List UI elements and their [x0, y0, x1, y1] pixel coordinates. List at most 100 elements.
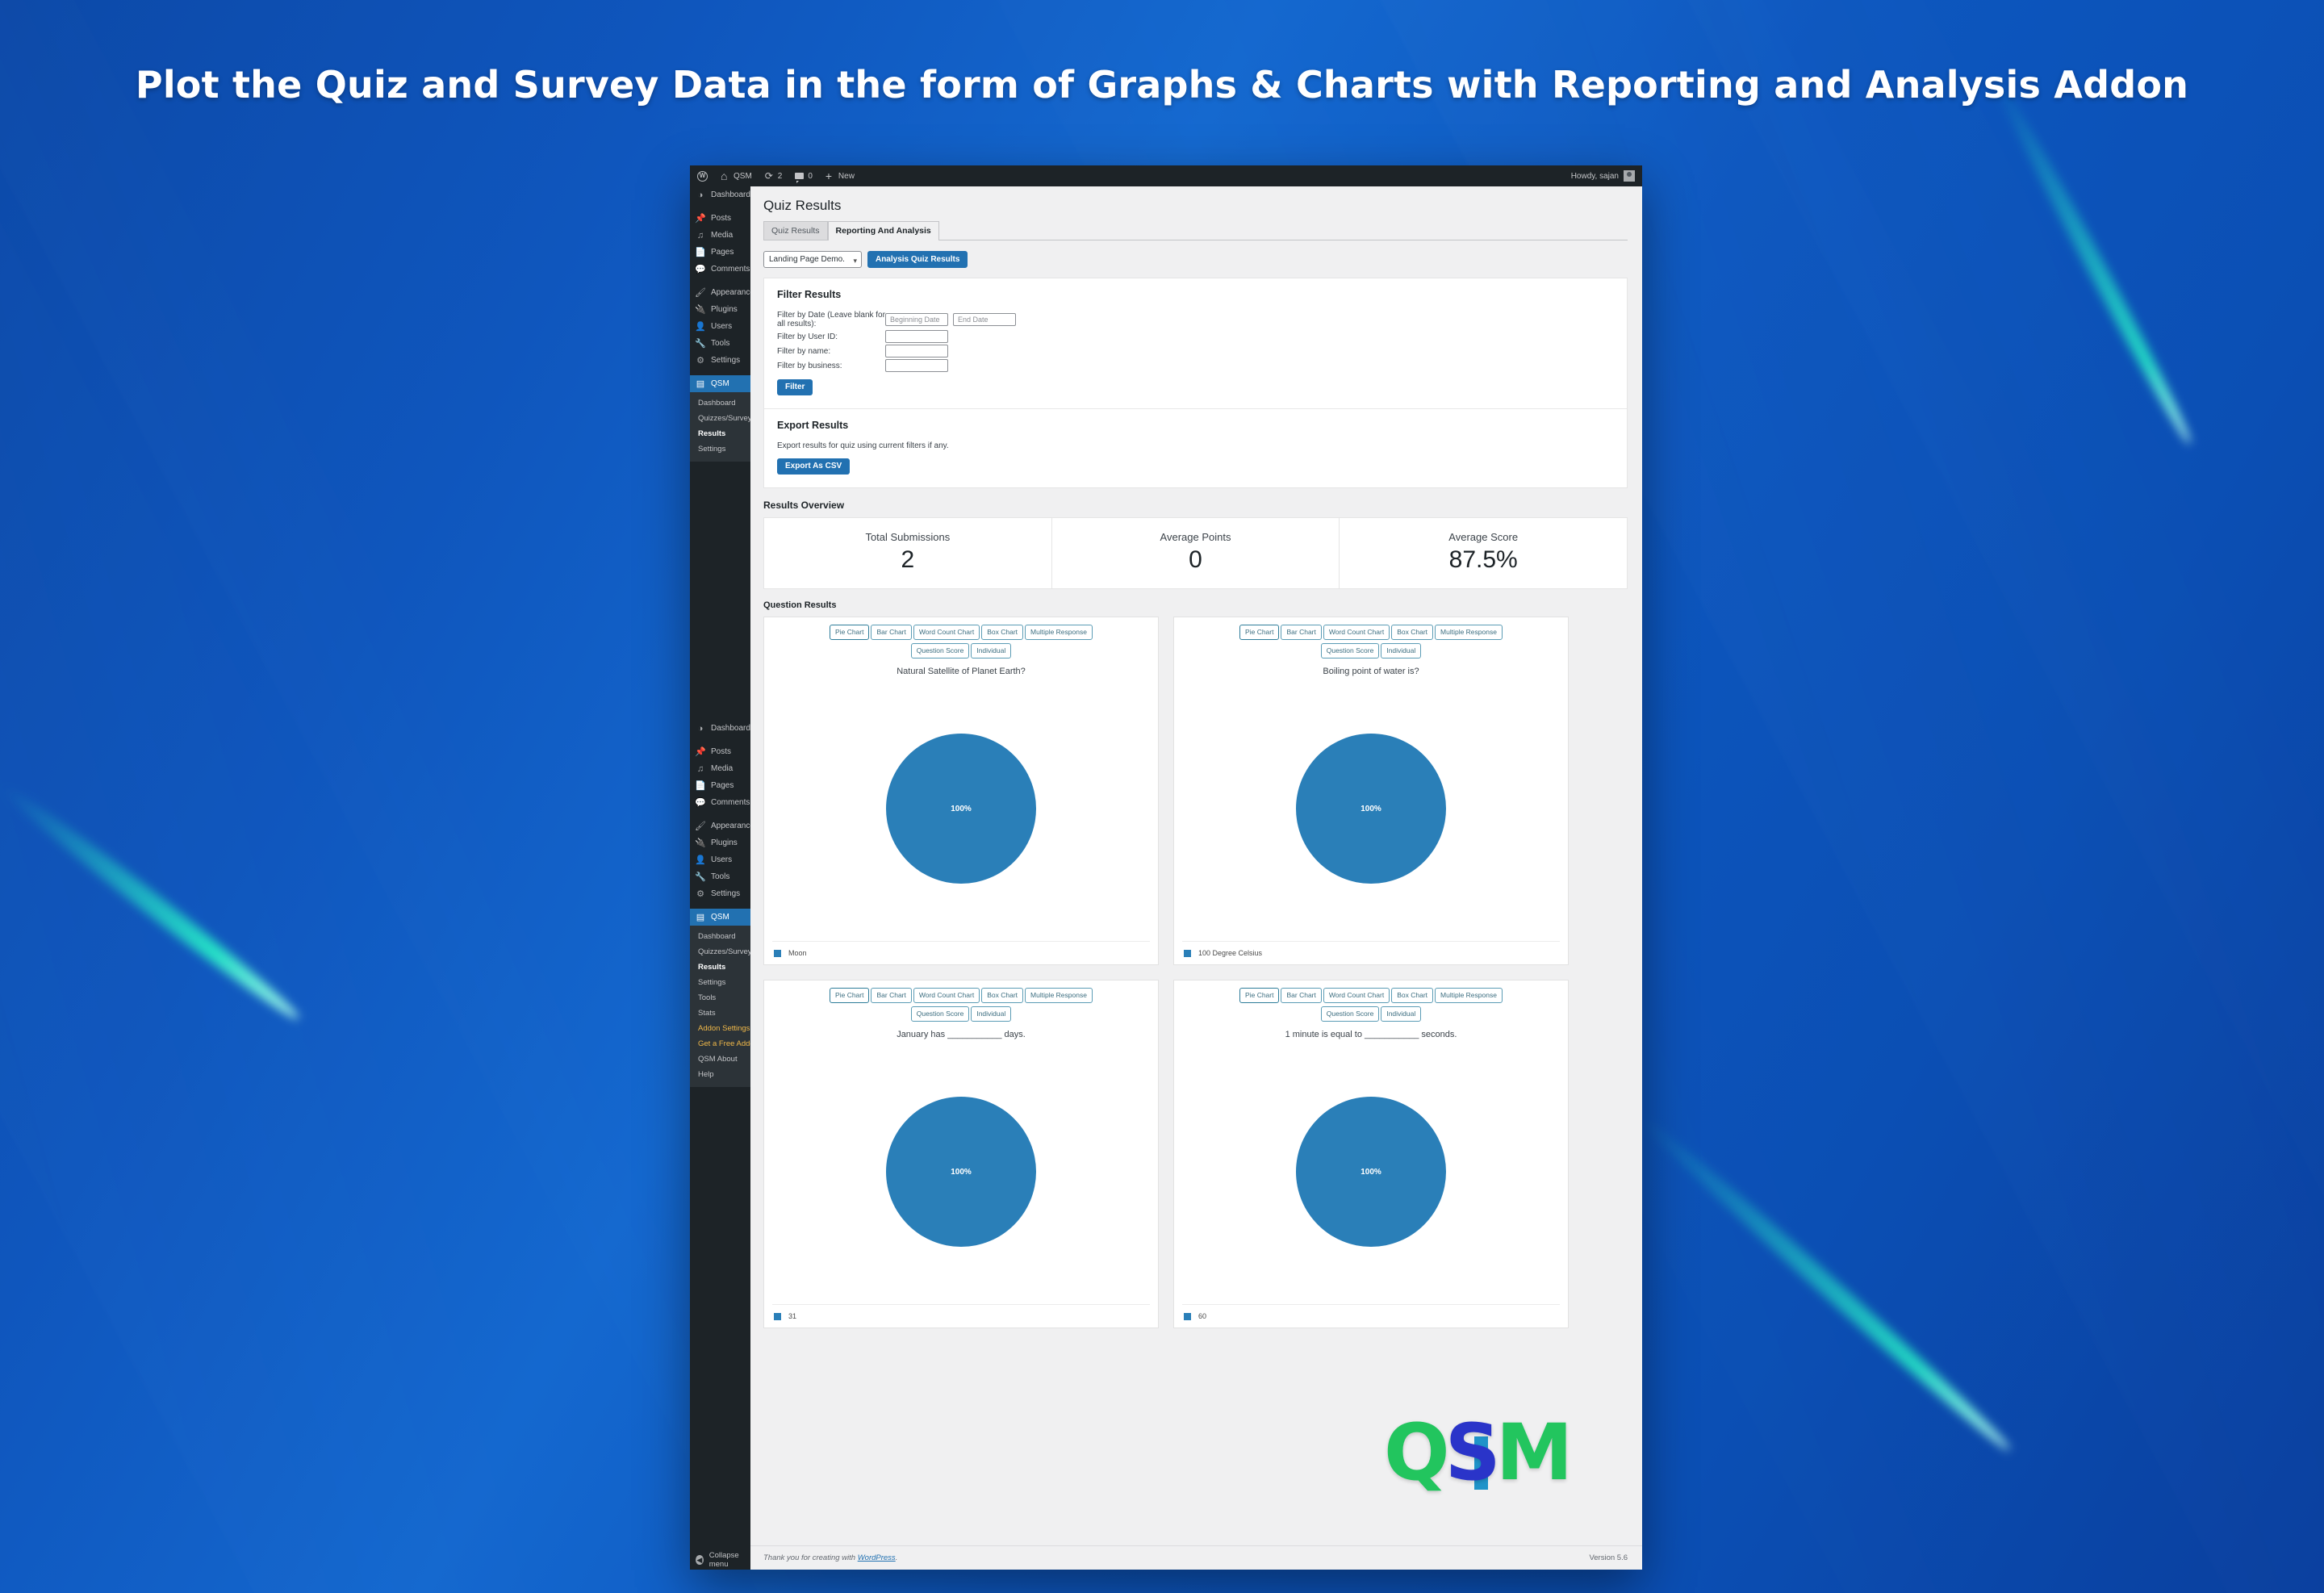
sidebar-item-appearance-2[interactable]: 🖌 Appearance	[690, 817, 754, 834]
sidebar-subitem-get-a-free-addon[interactable]: Get a Free Addon!	[690, 1036, 761, 1052]
pie-slice-label: 100%	[951, 1167, 972, 1177]
tab-word-count-chart[interactable]: Word Count Chart	[913, 988, 980, 1003]
sidebar-item-label: Plugins	[711, 838, 738, 847]
sidebar-item-plugins[interactable]: 🔌 Plugins	[690, 301, 750, 318]
tab-question-score[interactable]: Question Score	[910, 643, 970, 659]
tab-question-score[interactable]: Question Score	[1320, 1006, 1380, 1022]
sidebar-item-qsm-2[interactable]: ▤ QSM	[690, 909, 757, 926]
sidebar-subitem-results-2[interactable]: Results	[690, 960, 750, 975]
sidebar-subitem-dashboard-2[interactable]: Dashboard	[690, 929, 750, 944]
end-date-input[interactable]: End Date	[953, 313, 1016, 326]
sidebar-subitem-addon-settings[interactable]: Addon Settings	[690, 1021, 750, 1036]
tab-pie-chart[interactable]: Pie Chart	[1239, 988, 1280, 1003]
stat-value: 0	[1189, 546, 1202, 573]
sidebar-item-media[interactable]: ♫ Media	[690, 227, 750, 244]
tab-multiple-response[interactable]: Multiple Response	[1435, 988, 1503, 1003]
tab-bar-chart[interactable]: Bar Chart	[871, 988, 912, 1003]
sidebar-item-comments-2[interactable]: 💬 Comments	[690, 794, 750, 811]
howdy-label: Howdy, sajan	[1570, 171, 1619, 181]
stat-total-submissions: Total Submissions 2	[764, 518, 1051, 588]
collapse-menu-button[interactable]: ◀ Collapse menu	[690, 1550, 750, 1570]
tab-individual[interactable]: Individual	[971, 643, 1012, 659]
tab-pie-chart[interactable]: Pie Chart	[830, 988, 870, 1003]
stat-value: 87.5%	[1448, 546, 1518, 573]
sidebar-item-comments[interactable]: 💬 Comments	[690, 261, 750, 278]
chevron-left-icon: ◀	[696, 1555, 704, 1565]
wordpress-link[interactable]: WordPress	[858, 1553, 896, 1562]
plus-icon	[826, 171, 835, 181]
tab-bar-chart[interactable]: Bar Chart	[871, 625, 912, 640]
tab-question-score[interactable]: Question Score	[910, 1006, 970, 1022]
chart-type-tabs: Pie Chart Bar Chart Word Count Chart Box…	[772, 625, 1150, 659]
tab-multiple-response[interactable]: Multiple Response	[1025, 625, 1093, 640]
sidebar-item-settings[interactable]: ⚙ Settings	[690, 352, 750, 369]
sidebar-item-pages-2[interactable]: 📄 Pages	[690, 777, 750, 794]
sidebar-item-media-2[interactable]: ♫ Media	[690, 760, 750, 777]
tab-bar-chart[interactable]: Bar Chart	[1281, 988, 1322, 1003]
sidebar-item-tools-2[interactable]: 🔧 Tools	[690, 868, 750, 885]
sidebar-item-tools[interactable]: 🔧 Tools	[690, 335, 750, 352]
name-input[interactable]	[885, 345, 948, 357]
wordpress-admin-screenshot: QSM 2 0 New Howdy, sajan ◑ Dashboard	[690, 165, 1642, 1570]
home-icon	[721, 171, 730, 181]
sidebar-item-plugins-2[interactable]: 🔌 Plugins	[690, 834, 750, 851]
sidebar-subitem-stats[interactable]: Stats	[690, 1006, 750, 1021]
tab-pie-chart[interactable]: Pie Chart	[830, 625, 870, 640]
tab-multiple-response[interactable]: Multiple Response	[1435, 625, 1503, 640]
analysis-quiz-results-button[interactable]: Analysis Quiz Results	[867, 251, 968, 268]
tab-box-chart[interactable]: Box Chart	[1391, 988, 1434, 1003]
updates-menu[interactable]: 2	[759, 165, 789, 186]
tab-box-chart[interactable]: Box Chart	[981, 625, 1024, 640]
pie-slice-label: 100%	[951, 804, 972, 813]
quiz-select[interactable]: Landing Page Demo. ▾	[763, 251, 862, 268]
sidebar-item-users-2[interactable]: 👤 Users	[690, 851, 750, 868]
beginning-date-input[interactable]: Beginning Date	[885, 313, 948, 326]
user-id-input[interactable]	[885, 330, 948, 343]
tab-individual[interactable]: Individual	[1381, 643, 1422, 659]
sidebar-subitem-tools[interactable]: Tools	[690, 990, 750, 1006]
sidebar-subitem-dashboard[interactable]: Dashboard	[690, 395, 750, 411]
sidebar-item-settings-2[interactable]: ⚙ Settings	[690, 885, 750, 902]
sidebar-item-dashboard[interactable]: ◑ Dashboard	[690, 186, 750, 203]
sidebar-item-pages[interactable]: 📄 Pages	[690, 244, 750, 261]
sidebar-item-dashboard-2[interactable]: ◑ Dashboard	[690, 720, 750, 737]
sidebar-item-qsm[interactable]: ▤ QSM	[690, 375, 757, 392]
sidebar-item-appearance[interactable]: 🖌 Appearance	[690, 284, 754, 301]
tab-word-count-chart[interactable]: Word Count Chart	[1323, 988, 1390, 1003]
tab-quiz-results[interactable]: Quiz Results	[763, 221, 828, 240]
tab-pie-chart[interactable]: Pie Chart	[1239, 625, 1280, 640]
media-icon: ♫	[696, 230, 704, 240]
account-menu[interactable]: Howdy, sajan	[1571, 170, 1642, 182]
tab-word-count-chart[interactable]: Word Count Chart	[1323, 625, 1390, 640]
tab-box-chart[interactable]: Box Chart	[1391, 625, 1434, 640]
new-content-menu[interactable]: New	[819, 165, 861, 186]
sidebar-subitem-settings-2[interactable]: Settings	[690, 975, 750, 990]
wp-logo-menu[interactable]	[690, 165, 714, 186]
tab-reporting-and-analysis[interactable]: Reporting And Analysis	[827, 221, 939, 240]
tab-bar-chart[interactable]: Bar Chart	[1281, 625, 1322, 640]
sidebar-subitem-quizzes-surveys-2[interactable]: Quizzes/Surveys	[690, 944, 755, 960]
tab-box-chart[interactable]: Box Chart	[981, 988, 1024, 1003]
export-as-csv-button[interactable]: Export As CSV	[777, 458, 851, 475]
tab-word-count-chart[interactable]: Word Count Chart	[913, 625, 980, 640]
sidebar-subitem-settings[interactable]: Settings	[690, 441, 750, 457]
sidebar-item-label: Settings	[711, 889, 741, 898]
filter-row-user-id: Filter by User ID:	[777, 330, 1614, 343]
brush-icon: 🖌	[695, 822, 706, 831]
sidebar-subitem-help[interactable]: Help	[690, 1067, 750, 1082]
sidebar-subitem-qsm-about[interactable]: QSM About	[690, 1052, 750, 1067]
business-input[interactable]	[885, 359, 948, 372]
tab-individual[interactable]: Individual	[971, 1006, 1012, 1022]
tab-multiple-response[interactable]: Multiple Response	[1025, 988, 1093, 1003]
comments-menu[interactable]: 0	[788, 165, 819, 186]
tab-question-score[interactable]: Question Score	[1320, 643, 1380, 659]
sidebar-item-label: QSM	[711, 913, 729, 922]
filter-button[interactable]: Filter	[777, 379, 813, 395]
sidebar-item-posts[interactable]: 📌 Posts	[690, 210, 750, 227]
tab-individual[interactable]: Individual	[1381, 1006, 1422, 1022]
sidebar-item-users[interactable]: 👤 Users	[690, 318, 750, 335]
sidebar-subitem-quizzes-surveys[interactable]: Quizzes/Surveys	[690, 411, 755, 426]
sidebar-subitem-results[interactable]: Results	[690, 426, 750, 441]
sidebar-item-posts-2[interactable]: 📌 Posts	[690, 743, 750, 760]
site-name-menu[interactable]: QSM	[714, 165, 759, 186]
